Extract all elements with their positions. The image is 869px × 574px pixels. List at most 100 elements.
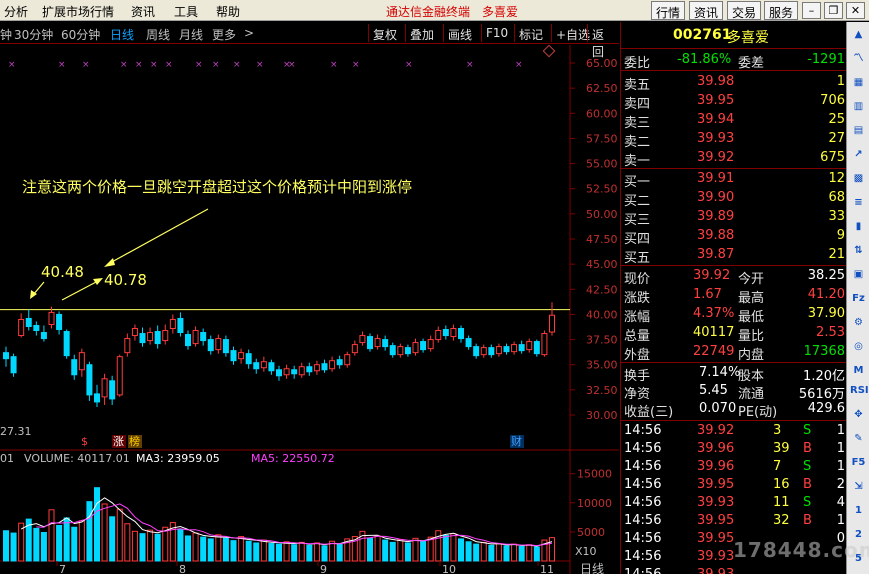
export-icon[interactable]: ⇲	[850, 478, 867, 495]
marker-cai[interactable]: 财	[511, 434, 522, 448]
move-icon[interactable]: ✥	[850, 406, 867, 423]
ask-volume: 706	[820, 93, 845, 108]
chart-line-icon[interactable]: 〽	[850, 50, 867, 67]
volume-bar	[389, 541, 396, 562]
btn-service[interactable]: 服务	[764, 1, 799, 20]
bid-price: 39.89	[697, 209, 735, 224]
menu-news[interactable]: 资讯	[131, 3, 155, 20]
rsi-icon[interactable]: RSI	[850, 382, 869, 399]
table-icon[interactable]: ▩	[850, 170, 867, 187]
period-60min[interactable]: 60分钟	[61, 26, 100, 43]
menu-tools[interactable]: 工具	[174, 3, 198, 20]
btn-draw[interactable]: 画线	[443, 24, 476, 42]
price-axis-label: 47.50	[586, 233, 618, 246]
tick-side: S	[803, 459, 812, 474]
kline-chart[interactable]: 65.00 62.50 60.00 57.50 55.00 52.50 50.00 47.50…	[0, 45, 619, 574]
btn-overlay[interactable]: 叠加	[405, 24, 438, 42]
candle-body	[139, 333, 146, 344]
candle-body	[427, 339, 434, 350]
volume-bar	[101, 503, 108, 562]
period-daily[interactable]: 日线	[110, 26, 134, 43]
tick-side: B	[803, 441, 812, 456]
window-icon[interactable]: ▣	[850, 266, 867, 283]
btn-trade[interactable]: 交易	[727, 1, 762, 20]
ask-label: 卖三	[624, 116, 651, 131]
columns-icon[interactable]: ▮	[850, 218, 867, 235]
tick-price: 39.93	[697, 549, 735, 564]
settings-icon[interactable]: ⚙	[850, 314, 867, 331]
candle-body	[526, 341, 533, 351]
volume-bar	[321, 545, 328, 562]
volume-bar	[139, 533, 146, 562]
period-monthly[interactable]: 月线	[179, 26, 203, 43]
menu-help[interactable]: 帮助	[216, 3, 240, 20]
candle-body	[321, 363, 328, 371]
compare-icon[interactable]: ⇅	[850, 242, 867, 259]
fiz-icon[interactable]: Fz	[850, 290, 867, 307]
volume-bar	[450, 533, 457, 562]
candle-body	[382, 339, 389, 348]
candle-icon[interactable]: ▤	[850, 122, 867, 139]
marker-bang[interactable]: 榜	[129, 434, 140, 448]
f5-icon[interactable]: F5	[850, 454, 867, 471]
volume-bar	[435, 530, 442, 562]
minimize-icon[interactable]: –	[802, 2, 821, 19]
candle-body	[549, 314, 555, 333]
arrow-up-icon[interactable]: ▲	[850, 26, 867, 43]
tick-row: 14:56 39.92 3 S 1	[621, 423, 847, 441]
price-axis-label: 50.00	[586, 208, 618, 221]
candle-body	[94, 393, 100, 403]
stat-value: 17368	[803, 344, 845, 359]
btn-f10[interactable]: F10	[481, 24, 512, 42]
x-axis-label: 10	[442, 563, 456, 574]
tick-extra: 4	[836, 495, 845, 510]
tick-time: 14:56	[624, 459, 662, 474]
macd-icon[interactable]: M	[850, 362, 867, 379]
tick-time: 14:56	[624, 495, 662, 510]
event-x-marker: ×	[405, 60, 413, 70]
period-30min[interactable]: 30分钟	[14, 26, 53, 43]
volume-bar	[306, 544, 313, 562]
period-weekly[interactable]: 周线	[146, 26, 170, 43]
btn-quotes[interactable]: 行情	[651, 1, 686, 20]
period-minute[interactable]: 钟	[0, 26, 12, 43]
volume-unit: X10	[575, 545, 597, 558]
event-x-marker: ×	[195, 60, 203, 70]
btn-mark[interactable]: 标记	[514, 24, 547, 42]
pen-icon[interactable]: ✎	[850, 430, 867, 447]
marker-dollar[interactable]: $	[81, 435, 88, 448]
separator	[621, 420, 847, 421]
volume-bar	[48, 509, 55, 562]
candle-body	[495, 346, 502, 355]
grid-icon[interactable]: ▦	[850, 74, 867, 91]
price-axis-label: 30.00	[586, 409, 618, 422]
list-icon[interactable]: ≡	[850, 194, 867, 211]
price-axis-label: 57.50	[586, 132, 618, 145]
btn-news[interactable]: 资讯	[689, 1, 724, 20]
close-icon[interactable]: ✕	[846, 2, 865, 19]
tick-price: 39.95	[697, 477, 735, 492]
page-1-icon[interactable]: 1	[850, 502, 867, 519]
period-next[interactable]: >	[244, 26, 254, 40]
volume-bar	[177, 529, 184, 562]
kline-svg: 65.00 62.50 60.00 57.50 55.00 52.50 50.00 47.50…	[0, 45, 619, 574]
candle-body	[541, 333, 548, 356]
period-more[interactable]: 更多	[212, 26, 236, 43]
fund-label: PE(动)	[738, 405, 778, 420]
candle-body	[215, 338, 222, 351]
menu-analysis[interactable]: 分析	[4, 3, 28, 20]
tick-price: 39.93	[697, 567, 734, 574]
volume-bar	[230, 540, 237, 562]
btn-adjust[interactable]: 复权	[368, 24, 401, 42]
bar-chart-icon[interactable]: ▥	[850, 98, 867, 115]
tick-row: 14:56 39.93 11 S 4	[621, 495, 847, 513]
menu-extended-market[interactable]: 扩展市场行情	[42, 3, 114, 20]
ring-icon[interactable]: ◎	[850, 338, 867, 355]
marker-zhang[interactable]: 涨	[113, 435, 124, 448]
trend-icon[interactable]: ↗	[850, 146, 867, 163]
candle-body	[40, 332, 47, 340]
volume-bar	[298, 541, 305, 562]
restore-icon[interactable]: ❐	[824, 2, 843, 19]
btn-back[interactable]: 返回	[587, 24, 619, 59]
stat-row: 外盘 22749 内盘 17368	[621, 344, 847, 363]
